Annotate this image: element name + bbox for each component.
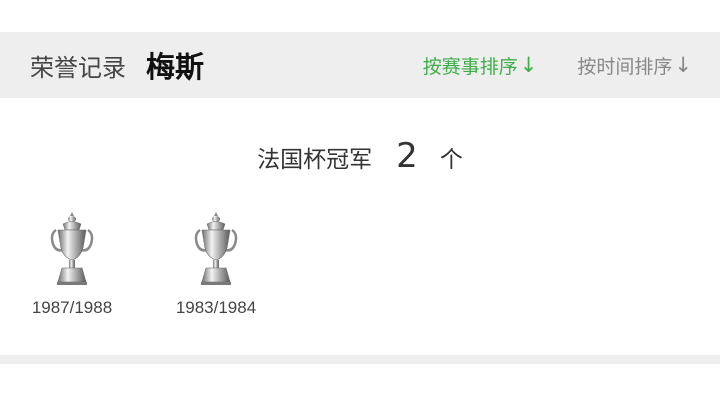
- trophy-list: 1987/1988 1983/1984: [0, 210, 720, 330]
- trophy-item: 1983/1984: [161, 210, 271, 318]
- sort-by-competition-label: 按赛事排序: [422, 55, 518, 78]
- sort-by-time-button[interactable]: 按时间排序 ↓: [577, 52, 692, 79]
- arrow-down-icon: ↓: [519, 53, 538, 77]
- trophy-season: 1983/1984: [175, 298, 257, 317]
- sort-by-competition-button[interactable]: 按赛事排序 ↓: [423, 52, 538, 79]
- competition-name: 法国杯冠军: [257, 147, 373, 173]
- sort-by-time-label: 按时间排序: [577, 55, 673, 78]
- honor-summary: 法国杯冠军 2 个: [0, 136, 720, 176]
- team-name: 梅斯: [146, 50, 205, 84]
- section-title: 荣誉记录: [30, 53, 126, 82]
- trophy-icon: [194, 212, 238, 285]
- honors-header: 荣誉记录 梅斯 按赛事排序 ↓ 按时间排序 ↓: [0, 32, 720, 98]
- bottom-spacing: [0, 364, 720, 405]
- title-count: 2: [396, 136, 418, 176]
- section-divider: [0, 355, 720, 364]
- top-spacing: [0, 0, 720, 32]
- trophy-season: 1987/1988: [31, 298, 113, 317]
- trophy-icon: [50, 212, 94, 285]
- trophy-item: 1987/1988: [17, 210, 127, 318]
- count-unit: 个: [439, 147, 463, 173]
- honor-section: 法国杯冠军 2 个 1987/1988 1983/1984: [0, 98, 720, 355]
- arrow-down-icon: ↓: [674, 53, 692, 77]
